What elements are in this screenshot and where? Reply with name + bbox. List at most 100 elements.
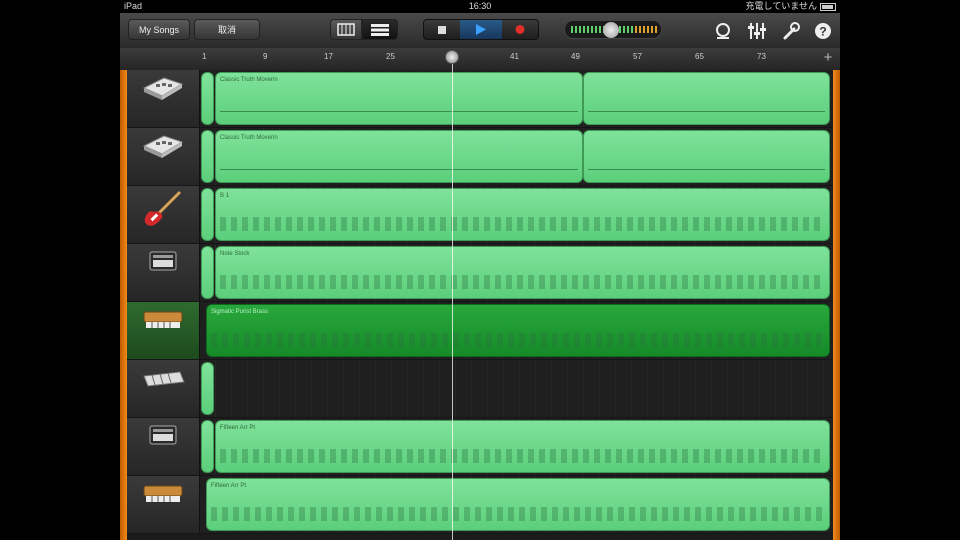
track-row: Fifteen Arr Pt [127,418,833,476]
record-button[interactable] [502,20,538,39]
region-stub[interactable] [201,188,214,241]
track-lane[interactable]: Fifteen Arr Pt [200,418,833,475]
track-header[interactable] [127,186,200,243]
region-stub[interactable] [201,130,214,183]
region-stub[interactable] [201,72,214,125]
region-title: Sigmatic Purist Brass [211,309,269,315]
undo-button[interactable]: 取消 [194,19,260,40]
track-header[interactable] [127,476,200,533]
music-region-selected[interactable]: Sigmatic Purist Brass [206,304,830,357]
track-lane[interactable]: Note Stock [200,244,833,301]
play-icon [476,24,486,35]
ruler-tick: 41 [510,52,519,61]
region-waveline [588,111,825,112]
track-header[interactable] [127,360,200,417]
tracks-area: Classic Truth Moverin Classic Truth Move… [120,70,840,540]
music-region[interactable] [583,72,830,125]
region-notes [211,333,825,347]
battery-status: 充電していません [746,0,836,13]
master-level-meter[interactable] [564,20,662,39]
ruler-tick: 9 [263,52,268,61]
track-lane[interactable]: Classic Truth Moverin [200,128,833,185]
control-bar: My Songs 取消 ? [120,13,840,49]
timeline-ruler[interactable]: 1 9 17 25 33 41 49 57 65 73 + [200,48,840,71]
region-waveline [588,169,825,170]
region-title: Classic Truth Moverin [220,135,278,141]
region-title: Fifteen Arr Pt [211,483,247,489]
region-waveline [220,169,578,170]
transport-controls [423,19,539,40]
ruler-tick: 73 [757,52,766,61]
status-bar: iPad 16:30 充電していません [120,0,840,13]
ruler-gutter [120,48,200,70]
ruler-tick: 65 [695,52,704,61]
help-icon[interactable]: ? [813,21,833,41]
drum-machine-icon [142,77,184,100]
tracks-view-button[interactable] [362,19,398,40]
playhead-line [452,64,453,540]
ruler-tick: 25 [386,52,395,61]
synth-module-icon [149,251,177,271]
track-lane[interactable]: B 1 [200,186,833,243]
music-region[interactable]: Fifteen Arr Pt [206,478,830,531]
tracks-view-icon [371,24,389,36]
playhead-handle[interactable] [445,50,459,64]
loop-icon[interactable] [713,21,733,41]
track-header[interactable] [127,244,200,301]
wrench-icon[interactable] [781,21,801,41]
ruler-tick: 57 [633,52,642,61]
music-region[interactable]: Note Stock [215,246,830,299]
svg-text:?: ? [819,25,826,39]
level-meter-peak [635,26,657,33]
music-region[interactable]: Classic Truth Moverin [215,130,583,183]
left-track-edge [120,70,127,540]
music-region[interactable]: Fifteen Arr Pt [215,420,830,473]
music-region[interactable]: Classic Truth Moverin [215,72,583,125]
garageband-screen: iPad 16:30 充電していません My Songs 取消 ? 1 9 17… [120,0,840,540]
keyboard-view-icon [337,23,355,36]
track-lane[interactable]: Classic Truth Moverin [200,70,833,127]
add-section-button[interactable]: + [820,50,836,66]
ruler-tick: 1 [202,52,207,61]
track-row: B 1 [127,186,833,244]
track-header[interactable] [127,128,200,185]
keyboard-synth-icon [143,311,183,328]
track-header[interactable] [127,302,200,359]
region-notes [220,275,825,289]
track-lane[interactable]: Sigmatic Purist Brass [200,302,833,359]
track-lane[interactable]: Fifteen Arr Pt [200,476,833,533]
right-track-edge [833,70,840,540]
track-header[interactable] [127,418,200,475]
region-stub[interactable] [201,246,214,299]
clock: 16:30 [468,1,492,11]
keyboard-synth-icon [143,485,183,502]
region-waveline [220,111,578,112]
ruler-tick: 17 [324,52,333,61]
track-header[interactable] [127,70,200,127]
region-stub[interactable] [201,362,214,415]
play-button[interactable] [460,20,502,39]
region-notes [220,217,825,231]
music-region[interactable] [583,130,830,183]
track-row: Classic Truth Moverin [127,128,833,186]
my-songs-button[interactable]: My Songs [128,19,190,40]
region-title: B 1 [220,193,230,199]
keyboard-view-button[interactable] [330,19,362,40]
synth-module-icon [149,425,177,445]
region-stub[interactable] [201,420,214,473]
master-volume-knob[interactable] [603,22,619,38]
track-row: Fifteen Arr Pt [127,476,833,534]
battery-icon [820,2,836,11]
music-region[interactable]: B 1 [215,188,830,241]
drum-machine-icon [142,135,184,158]
track-lane[interactable] [200,360,833,417]
stop-icon [438,26,446,34]
keyboard-icon [143,371,185,387]
ruler-tick: 49 [571,52,580,61]
region-notes [211,507,825,521]
bass-guitar-icon [144,190,182,226]
track-row-selected: Sigmatic Purist Brass [127,302,833,360]
stop-button[interactable] [424,20,460,39]
region-title: Note Stock [220,251,250,257]
mixer-icon[interactable] [747,21,767,41]
